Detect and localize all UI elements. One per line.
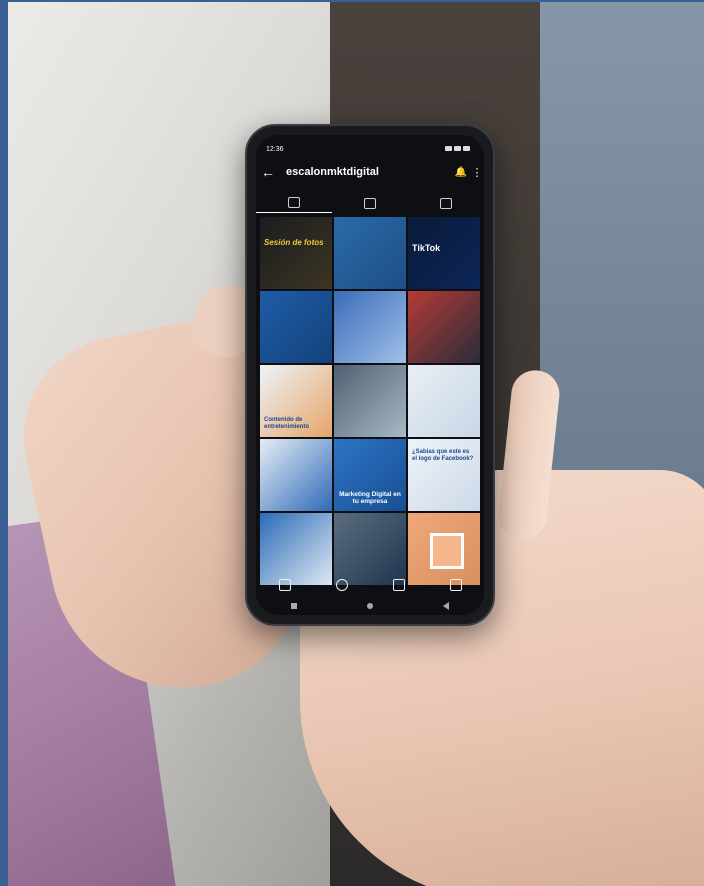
post-thumbnail[interactable] [334, 291, 406, 363]
bell-icon[interactable]: 🔔 [452, 167, 470, 178]
post-thumbnail[interactable]: Marketing Digital en tu empresa [334, 439, 406, 511]
status-icons [443, 145, 470, 153]
tab-tagged[interactable] [408, 193, 484, 213]
home-button[interactable] [367, 603, 373, 609]
profile-tabs [256, 193, 484, 213]
post-caption: TikTok [412, 243, 441, 253]
post-thumbnail[interactable]: TikTok [408, 217, 480, 289]
post-caption: ¿Sabías que este es el logo de Facebook? [412, 449, 474, 462]
tab-grid[interactable] [256, 193, 332, 213]
recent-apps-button[interactable] [291, 603, 297, 609]
status-bar: 12:36 [266, 143, 470, 155]
back-button[interactable] [443, 602, 449, 610]
tagged-icon [440, 197, 452, 209]
post-caption: Marketing Digital en tu empresa [339, 491, 401, 505]
add-icon[interactable] [391, 577, 407, 593]
status-time: 12:36 [266, 145, 284, 153]
home-icon[interactable] [277, 577, 293, 593]
arrow-left-icon[interactable]: ← [256, 164, 280, 180]
reels-icon [364, 197, 376, 209]
post-thumbnail[interactable] [334, 365, 406, 437]
post-caption: Contenido de entretenimiento [264, 417, 310, 430]
post-thumbnail[interactable] [260, 439, 332, 511]
post-thumbnail[interactable] [408, 365, 480, 437]
post-thumbnail[interactable] [408, 291, 480, 363]
post-caption: Sesión de fotos [264, 238, 324, 247]
smartphone: 12:36 ← escalonmktdigital 🔔 ⋮ Sesión de … [245, 124, 495, 626]
posts-grid: Sesión de fotos TikTok Contenido de entr… [260, 217, 480, 585]
reels-icon[interactable] [448, 577, 464, 593]
frame-top [0, 0, 704, 2]
grid-icon [288, 197, 300, 208]
phone-screen: 12:36 ← escalonmktdigital 🔔 ⋮ Sesión de … [256, 135, 484, 615]
profile-username: escalonmktdigital [286, 166, 379, 178]
frame-graphic [430, 533, 464, 569]
more-icon[interactable]: ⋮ [470, 166, 484, 179]
system-navigation [256, 599, 484, 613]
post-thumbnail[interactable]: ¿Sabías que este es el logo de Facebook? [408, 439, 480, 511]
search-icon[interactable] [334, 577, 350, 593]
post-thumbnail[interactable]: Sesión de fotos [260, 217, 332, 289]
post-thumbnail[interactable] [334, 217, 406, 289]
bottom-navigation [256, 575, 484, 595]
post-thumbnail[interactable]: Contenido de entretenimiento [260, 365, 332, 437]
profile-header: ← escalonmktdigital 🔔 ⋮ [256, 161, 484, 183]
post-thumbnail[interactable] [260, 291, 332, 363]
frame-edge [0, 0, 8, 886]
tab-reels[interactable] [332, 193, 408, 213]
